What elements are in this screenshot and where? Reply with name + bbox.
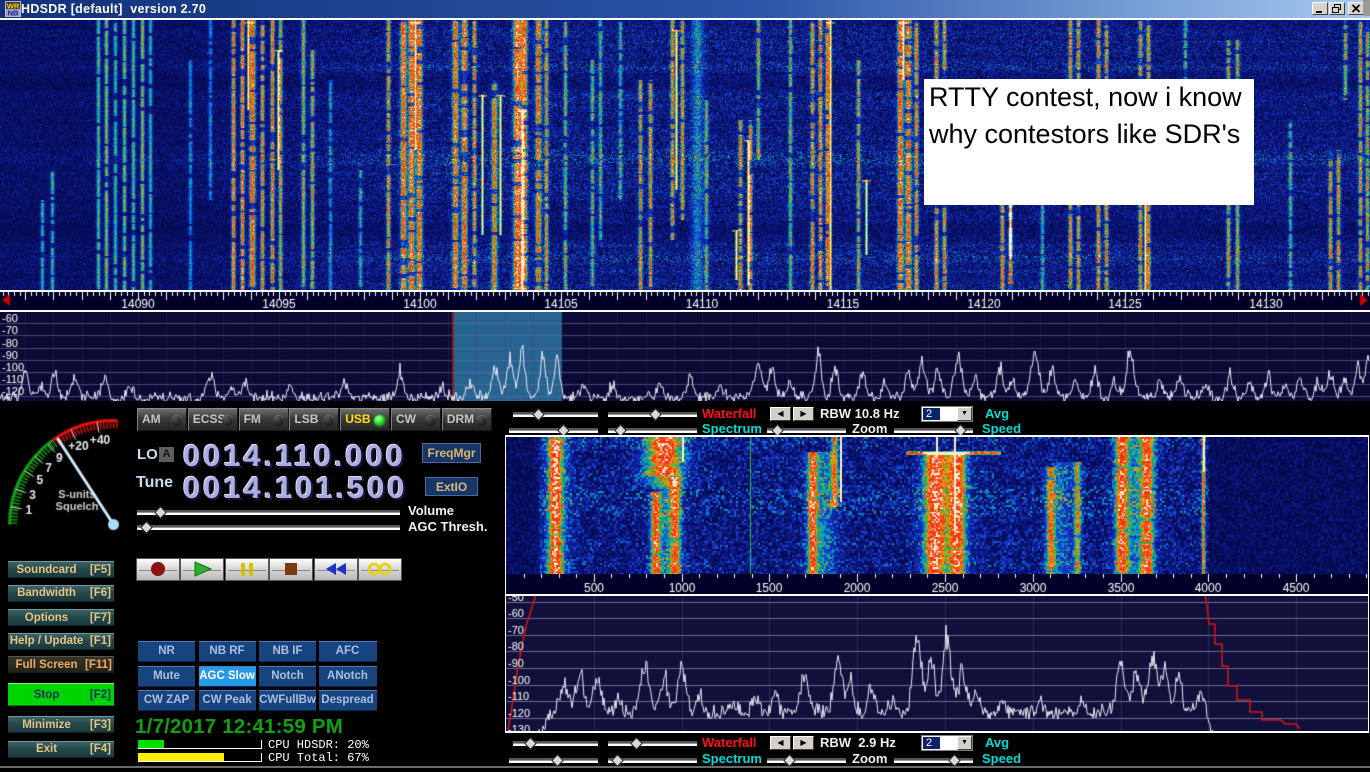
svg-text:NB: NB bbox=[8, 9, 19, 18]
